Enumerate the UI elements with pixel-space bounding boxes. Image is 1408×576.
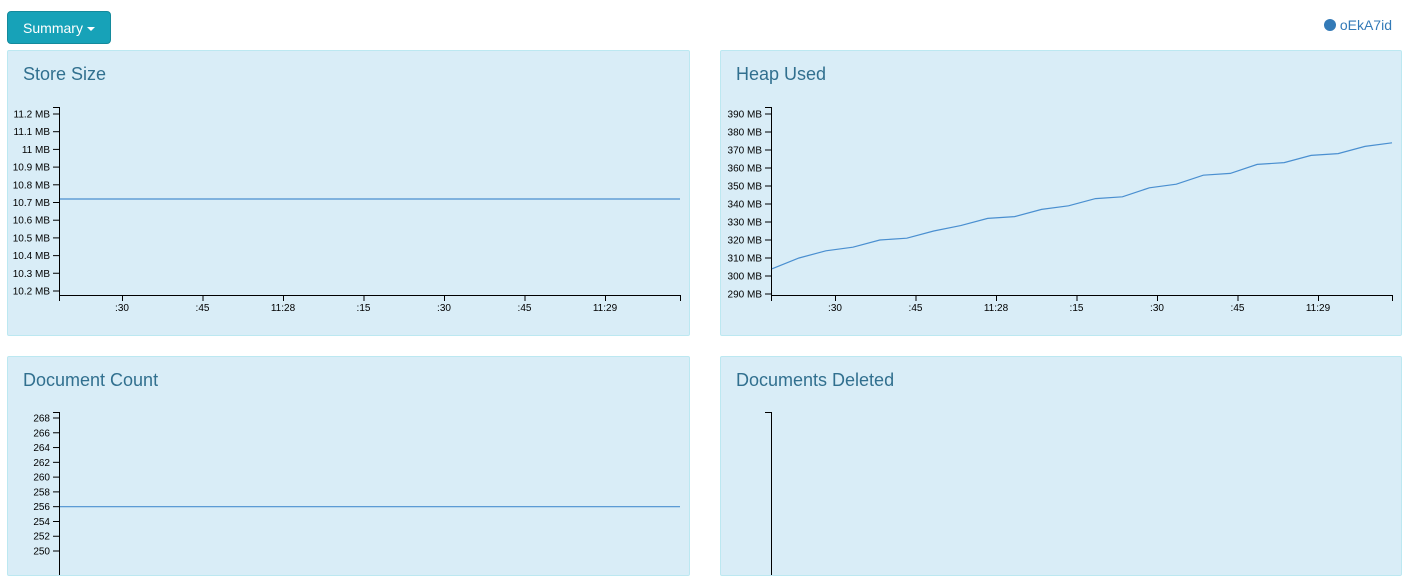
y-tick-label: 264 — [33, 443, 50, 454]
x-tick-label: :30 — [828, 303, 842, 314]
y-tick-label: 250 — [33, 547, 50, 558]
documents-deleted-chart — [765, 412, 772, 575]
y-tick-label: 350 MB — [728, 182, 763, 193]
y-tick-label: 11.2 MB — [14, 110, 51, 121]
y-tick-label: 390 MB — [728, 110, 763, 121]
y-tick-label: 260 — [33, 473, 50, 484]
y-tick-label: 290 MB — [728, 290, 763, 301]
x-tick-label: :15 — [357, 303, 371, 314]
x-tick-label: :45 — [1231, 303, 1245, 314]
y-tick-label: 10.9 MB — [13, 163, 51, 174]
y-tick-label: 380 MB — [728, 128, 763, 139]
heap-used-panel: Heap Used 390 MB 380 MB 370 MB 360 MB 350 MB… — [720, 50, 1402, 336]
y-tick-label: 252 — [33, 532, 50, 543]
caret-down-icon — [86, 26, 95, 31]
y-tick-label: 256 — [33, 502, 50, 513]
x-tick-label: :30 — [115, 303, 129, 314]
y-tick-label: 320 MB — [728, 236, 763, 247]
x-tick-label: :45 — [196, 303, 210, 314]
store-size-panel: Store Size 11.2 MB 11.1 MB 11 MB 10.9 MB 10.… — [7, 50, 690, 336]
y-tick-label: 330 MB — [728, 218, 763, 229]
y-tick-label: 360 MB — [728, 164, 763, 175]
store-size-chart: 11.2 MB 11.1 MB 11 MB 10.9 MB 10.8 MB 10.7 MB… — [13, 107, 681, 314]
y-tick-label: 11.1 MB — [14, 127, 51, 138]
x-tick-label: :15 — [1070, 303, 1084, 314]
node-status-dot-icon — [1323, 19, 1336, 31]
node-indicator[interactable]: oEkA7id — [1323, 17, 1392, 33]
summary-dropdown-button[interactable]: Summary — [7, 11, 111, 44]
x-tick-label: 11:29 — [1306, 303, 1331, 314]
x-tick-label: 11:29 — [593, 303, 618, 314]
y-tick-label: 10.3 MB — [13, 269, 51, 280]
y-tick-label: 370 MB — [728, 146, 763, 157]
x-tick-label: :30 — [1150, 303, 1164, 314]
y-tick-label: 10.5 MB — [13, 233, 51, 244]
y-tick-label: 340 MB — [728, 200, 763, 211]
x-tick-label: 11:28 — [984, 303, 1009, 314]
series-line — [771, 142, 1393, 270]
y-tick-label: 310 MB — [728, 254, 763, 265]
y-tick-label: 10.7 MB — [13, 198, 51, 209]
x-tick-label: :45 — [518, 303, 532, 314]
y-tick-label: 10.6 MB — [13, 216, 51, 227]
summary-label: Summary — [23, 19, 83, 36]
document-count-panel: Document Count 268 266 264 262 260 258 256 254 2… — [7, 356, 690, 576]
x-tick-label: 11:28 — [271, 303, 296, 314]
x-tick-label: :45 — [909, 303, 923, 314]
y-tick-label: 268 — [33, 414, 50, 425]
y-tick-label: 262 — [33, 458, 50, 469]
y-tick-label: 266 — [33, 428, 50, 439]
heap-used-chart: 390 MB 380 MB 370 MB 360 MB 350 MB 340 MB 330 … — [728, 107, 1393, 314]
x-tick-label: :30 — [437, 303, 451, 314]
y-tick-label: 10.8 MB — [13, 180, 51, 191]
y-tick-label: 10.2 MB — [13, 287, 51, 298]
y-tick-label: 300 MB — [728, 272, 763, 283]
y-tick-label: 10.4 MB — [13, 251, 51, 262]
document-count-chart: 268 266 264 262 260 258 256 254 252 250 — [33, 412, 680, 575]
documents-deleted-panel: Documents Deleted — [720, 356, 1402, 576]
y-tick-label: 11 MB — [22, 145, 50, 156]
y-tick-label: 258 — [33, 487, 50, 498]
node-id-label: oEkA7id — [1339, 17, 1392, 33]
y-tick-label: 254 — [33, 517, 50, 528]
